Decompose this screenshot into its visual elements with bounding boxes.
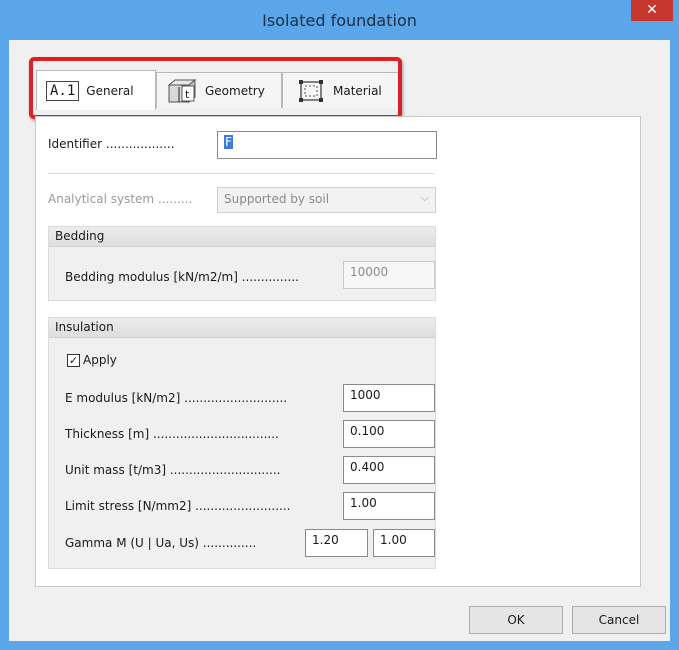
thickness-input[interactable]: 0.100 xyxy=(343,420,435,448)
general-panel: Identifier .................. F Analytic… xyxy=(35,116,641,587)
e-modulus-input[interactable]: 1000 xyxy=(343,384,435,412)
identifier-input[interactable]: F xyxy=(217,131,437,159)
unit-mass-label: Unit mass [t/m3] .......................… xyxy=(65,463,281,477)
bedding-group: Bedding Bedding modulus [kN/m2/m] ......… xyxy=(48,226,436,301)
insulation-group: Insulation ✓ Apply E modulus [kN/m2] ...… xyxy=(48,317,436,569)
limit-stress-label: Limit stress [N/mm2] ...................… xyxy=(65,499,291,513)
cancel-button[interactable]: Cancel xyxy=(572,606,666,634)
analytical-system-value: Supported by soil xyxy=(224,192,330,206)
checkmark-icon: ✓ xyxy=(68,354,79,367)
limit-stress-input[interactable]: 1.00 xyxy=(343,492,435,520)
e-modulus-label: E modulus [kN/m2] ......................… xyxy=(65,391,288,405)
tab-general[interactable]: A.1 General xyxy=(36,70,156,110)
identifier-value: F xyxy=(224,135,233,149)
bedding-header: Bedding xyxy=(49,227,435,247)
gamma-m-label: Gamma M (U | Ua, Us) .............. xyxy=(65,536,257,550)
window-title: Isolated foundation xyxy=(262,11,417,30)
tab-material[interactable]: Material xyxy=(282,72,402,108)
apply-checkbox[interactable]: ✓ xyxy=(67,354,80,367)
gamma-u-value: 1.20 xyxy=(312,533,339,547)
analytical-system-select[interactable]: Supported by soil ⌵ xyxy=(217,187,436,213)
unit-mass-input[interactable]: 0.400 xyxy=(343,456,435,484)
svg-text:t: t xyxy=(185,88,190,101)
analytical-system-label: Analytical system ......... xyxy=(48,192,193,206)
limit-stress-value: 1.00 xyxy=(350,496,377,510)
dialog-client-area: A.1 General t Geometry Material Identifi… xyxy=(9,40,670,641)
identifier-label: Identifier .................. xyxy=(48,137,175,151)
dialog-window: Isolated foundation ✕ A.1 General t Geom… xyxy=(0,0,679,650)
tab-geometry[interactable]: t Geometry xyxy=(156,72,282,108)
material-icon xyxy=(297,78,325,104)
close-icon: ✕ xyxy=(646,2,658,18)
gamma-s-value: 1.00 xyxy=(380,533,407,547)
geometry-icon: t xyxy=(165,78,199,104)
e-modulus-value: 1000 xyxy=(350,388,381,402)
tab-general-label: General xyxy=(86,83,134,98)
gamma-u-input[interactable]: 1.20 xyxy=(305,529,368,557)
tab-material-label: Material xyxy=(333,83,382,98)
thickness-label: Thickness [m] ..........................… xyxy=(65,427,279,441)
unit-mass-value: 0.400 xyxy=(350,460,385,474)
tab-geometry-label: Geometry xyxy=(205,83,265,98)
separator xyxy=(48,173,434,174)
bedding-modulus-value: 10000 xyxy=(350,265,389,279)
close-button[interactable]: ✕ xyxy=(631,0,673,21)
ok-button[interactable]: OK xyxy=(469,606,563,634)
chevron-down-icon: ⌵ xyxy=(420,191,429,204)
apply-label: Apply xyxy=(83,353,117,367)
gamma-s-input[interactable]: 1.00 xyxy=(373,529,435,557)
bedding-modulus-input[interactable]: 10000 xyxy=(343,261,435,289)
insulation-header: Insulation xyxy=(49,318,435,338)
a1-icon: A.1 xyxy=(46,80,80,101)
bedding-modulus-label: Bedding modulus [kN/m2/m] ..............… xyxy=(65,270,299,284)
thickness-value: 0.100 xyxy=(350,424,385,438)
title-bar[interactable]: Isolated foundation ✕ xyxy=(0,0,679,40)
